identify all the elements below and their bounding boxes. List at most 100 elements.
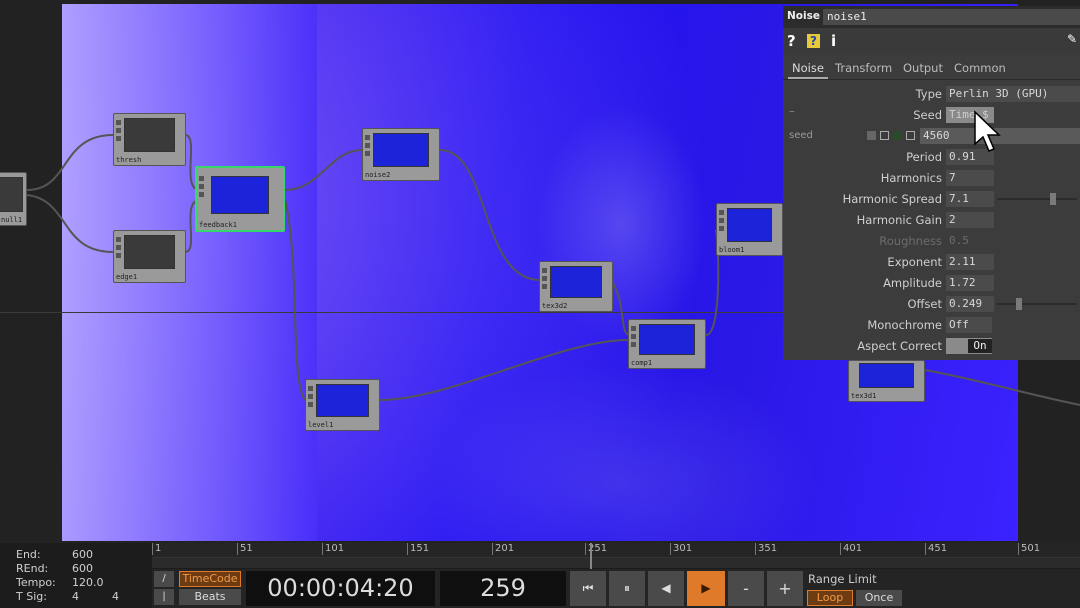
parameter-panel: Noise noise1 ? ? i ✎ Noise Transform Out… [783,6,1080,360]
tempo-value[interactable]: 120.0 [72,576,104,589]
ruler-tick: 401 [840,543,862,555]
timecode-display[interactable]: 00:00:04:20 [246,571,435,606]
toggle-state: On [968,339,992,353]
frame-ruler[interactable]: 1 51 101 151 201 251 301 351 401 451 501 [152,543,1080,558]
param-header: Noise noise1 [783,6,1080,28]
aspect-correct-toggle[interactable]: On [946,338,992,354]
mode-square-icon[interactable] [880,131,889,140]
tab-transform[interactable]: Transform [835,61,892,75]
harmonic-gain-field[interactable]: 2 [946,212,994,228]
pause-icon[interactable]: ⏸ [609,571,645,606]
param-label: Seed [913,108,942,122]
timecode-toggle[interactable]: TimeCode [179,571,241,587]
end-label: End: [16,548,41,561]
playhead[interactable] [590,543,592,569]
param-label: Offset [907,297,942,311]
frame-display[interactable]: 259 [440,571,566,606]
param-row-harmonic-gain: Harmonic Gain 2 [783,211,1080,229]
slash-toggle-icon[interactable]: / [154,571,174,587]
ruler-tick: 501 [1018,543,1040,555]
param-row-seed: – Seed Time.$ [783,104,1080,124]
rend-label: REnd: [16,562,49,575]
operator-name-field[interactable]: noise1 [823,9,1080,25]
node-label: comp1 [631,359,653,367]
node-null1[interactable]: null1 [0,172,27,226]
active-tab-underline [788,77,828,79]
node-tex3d2[interactable]: tex3d2 [539,261,613,312]
collapse-icon[interactable]: – [789,104,795,118]
info-icon[interactable]: i [831,32,836,50]
param-label: Harmonics [880,171,942,185]
rend-value[interactable]: 600 [72,562,93,575]
node-label: thresh [116,156,142,164]
tsig-denominator[interactable]: 4 [112,590,119,603]
param-label: Aspect Correct [857,339,942,353]
offset-slider[interactable] [997,298,1077,310]
node-label: tex3d2 [542,302,568,310]
param-label: Harmonic Gain [856,213,942,227]
step-back-button[interactable]: - [728,571,764,606]
ruler-tick: 201 [492,543,514,555]
tab-noise[interactable]: Noise [792,61,824,75]
node-comp1[interactable]: comp1 [628,319,706,369]
node-edge1[interactable]: edge1 [113,230,186,283]
step-forward-button[interactable]: + [767,571,803,606]
param-row-roughness: Roughness 0.5 [783,232,1080,250]
node-label: null1 [1,216,23,224]
harmonic-spread-field[interactable]: 7.1 [946,191,994,207]
tsig-label: T Sig: [16,590,47,603]
tab-output[interactable]: Output [903,61,943,75]
timeline-bar: End: 600 REnd: 600 Tempo: 120.0 T Sig: 4 4 1 … [0,543,1080,608]
param-label: Harmonic Spread [842,192,942,206]
bar-toggle-icon[interactable]: | [154,589,174,605]
node-label: noise2 [365,171,391,179]
param-label: Roughness [879,234,942,248]
play-reverse-icon[interactable]: ◀ [648,571,684,606]
type-menu[interactable]: Perlin 3D (GPU) [946,86,1080,102]
python-help-icon[interactable]: ? [807,34,820,48]
mode-square-icon[interactable] [867,131,876,140]
tab-common[interactable]: Common [954,61,1006,75]
node-thresh[interactable]: thresh [113,113,186,166]
param-row-period: Period 0.91 [783,148,1080,166]
amplitude-field[interactable]: 1.72 [946,275,994,291]
roughness-field-disabled: 0.5 [949,234,969,247]
end-value[interactable]: 600 [72,548,93,561]
param-row-harmonics: Harmonics 7 [783,169,1080,187]
ruler-tick: 301 [670,543,692,555]
harmonic-spread-slider[interactable] [997,193,1077,205]
tsig-numerator[interactable]: 4 [72,590,112,604]
monochrome-toggle[interactable]: Off [946,317,992,333]
slider-knob[interactable] [1050,193,1056,205]
param-label: Period [906,150,942,164]
param-label: Exponent [887,255,942,269]
param-row-harmonic-spread: Harmonic Spread 7.1 [783,190,1080,208]
mode-square-icon[interactable] [893,131,902,140]
node-noise2[interactable]: noise2 [362,128,440,181]
mode-square-icon[interactable] [906,131,915,140]
ruler-tick: 101 [322,543,344,555]
skip-to-start-icon[interactable]: ⏮ [570,571,606,606]
node-tex3d1[interactable]: tex3d1 [848,360,925,402]
ruler-tick: 451 [925,543,947,555]
once-button[interactable]: Once [856,590,902,606]
play-forward-icon[interactable]: ▶ [687,571,725,606]
loop-button[interactable]: Loop [807,590,853,606]
node-feedback1-selected[interactable]: feedback1 [195,166,285,232]
seed-sub-label: seed [789,130,813,141]
offset-field[interactable]: 0.249 [946,296,994,312]
range-limit-label: Range Limit [808,572,877,586]
beats-toggle[interactable]: Beats [179,589,241,605]
harmonics-field[interactable]: 7 [946,170,994,186]
param-label: Amplitude [883,276,942,290]
timeline-track[interactable] [152,558,1080,568]
param-row-type: Type Perlin 3D (GPU) [783,85,1080,103]
edit-pencil-icon[interactable]: ✎ [1067,32,1077,46]
node-label: feedback1 [199,221,237,229]
slider-knob[interactable] [1016,298,1022,310]
help-icon[interactable]: ? [787,32,796,50]
node-bloom1[interactable]: bloom1 [716,203,783,256]
exponent-field[interactable]: 2.11 [946,254,994,270]
param-icon-row: ? ? i ✎ [783,28,1080,54]
node-level1[interactable]: level1 [305,379,380,431]
